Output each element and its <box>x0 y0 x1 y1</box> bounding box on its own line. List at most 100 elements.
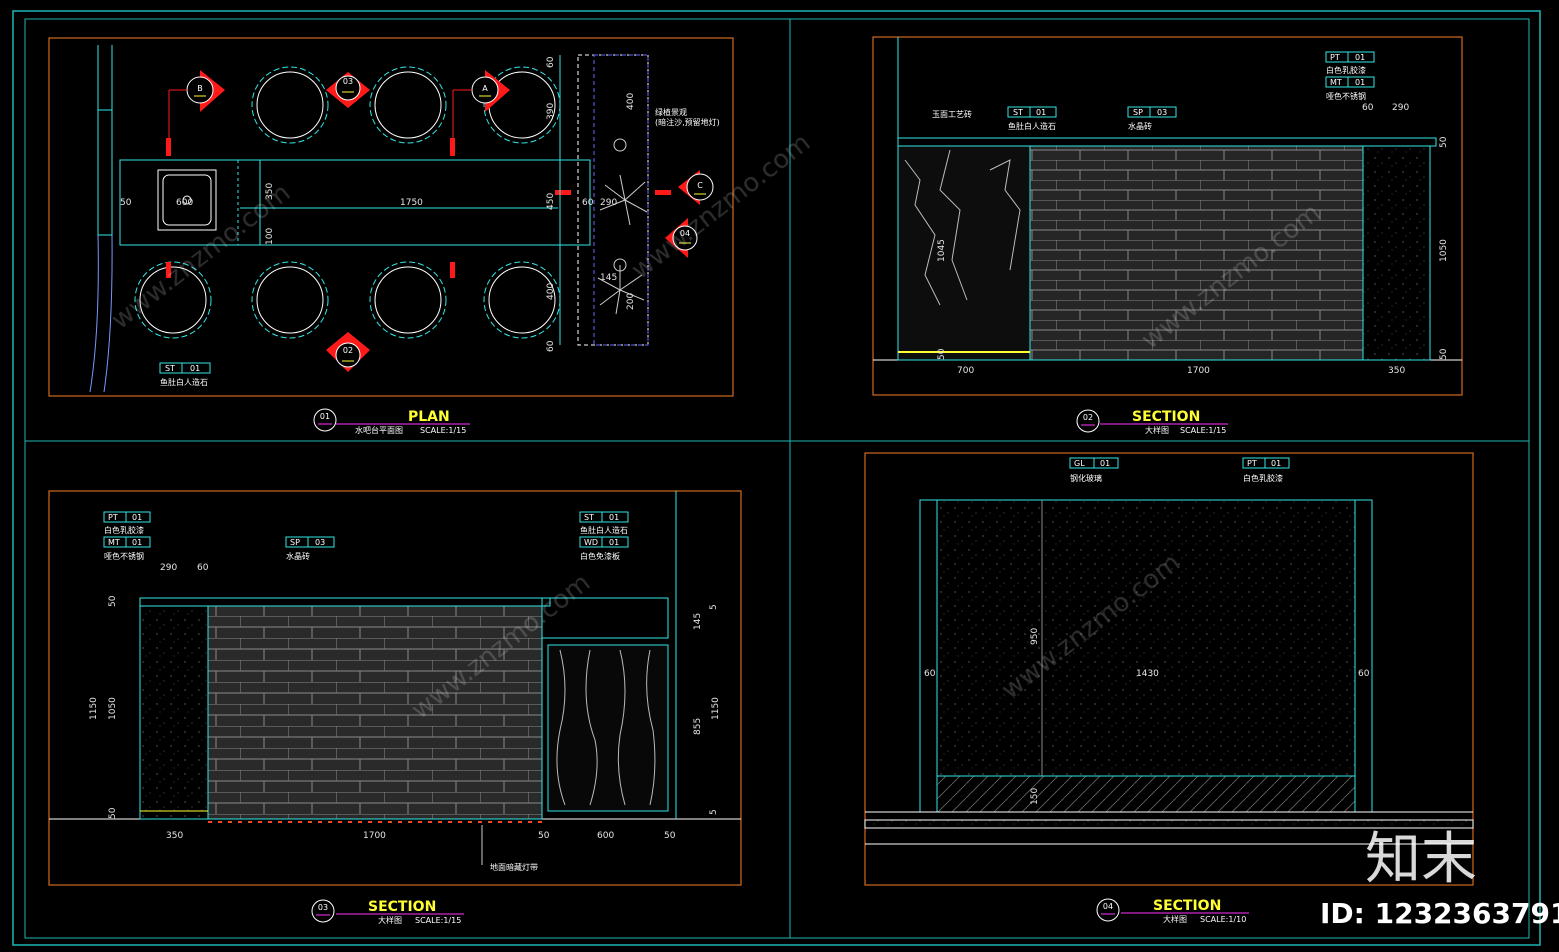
svg-text:01: 01 <box>609 538 619 547</box>
svg-text:鱼肚白人造石: 鱼肚白人造石 <box>160 377 208 387</box>
image-id: ID: 1232363791 <box>1320 897 1559 930</box>
svg-text:钢化玻璃: 钢化玻璃 <box>1070 473 1102 483</box>
svg-text:ST: ST <box>584 513 594 522</box>
dim-label: 1150 <box>89 697 99 720</box>
title-block-01: 01 PLAN 水吧台平面图 SCALE:1/15 <box>313 408 470 435</box>
svg-text:水晶砖: 水晶砖 <box>1128 121 1152 131</box>
planter-note: (暗注沙,预留地灯) <box>655 117 720 127</box>
stool <box>369 261 447 339</box>
dim-label: 1750 <box>400 198 423 208</box>
dim-label: 50 <box>1439 348 1449 360</box>
svg-text:MT: MT <box>1330 78 1342 87</box>
svg-text:SCALE:1/15: SCALE:1/15 <box>420 426 466 435</box>
svg-text:大样图: 大样图 <box>1163 914 1187 924</box>
material-tag: PT 01 白色乳胶漆 MT 01 哑色不锈钢 <box>1325 51 1375 101</box>
svg-text:04: 04 <box>1103 902 1113 911</box>
svg-text:01: 01 <box>1271 459 1281 468</box>
svg-text:01: 01 <box>132 513 142 522</box>
svg-text:01: 01 <box>132 538 142 547</box>
drawing-title: PLAN <box>408 409 450 425</box>
svg-text:白色乳胶漆: 白色乳胶漆 <box>1326 65 1366 75</box>
svg-text:水晶砖: 水晶砖 <box>286 551 310 561</box>
plant-symbol <box>597 138 648 315</box>
drawing-title: SECTION <box>1153 898 1221 914</box>
svg-text:www.znzmo.com: www.znzmo.com <box>106 178 296 336</box>
svg-text:01: 01 <box>1036 108 1046 117</box>
svg-text:PT: PT <box>108 513 118 522</box>
planter-note: 绿植景观 <box>655 107 687 117</box>
dim-label: 350 <box>166 831 183 841</box>
svg-text:03: 03 <box>315 538 325 547</box>
drawing-title: SECTION <box>1132 409 1200 425</box>
dim-label: 60 <box>1358 669 1370 679</box>
dim-label: 700 <box>957 366 974 376</box>
dim-label: 290 <box>600 198 617 208</box>
svg-text:大样图: 大样图 <box>1145 425 1169 435</box>
dim-label: 145 <box>693 613 703 630</box>
dim-label: 290 <box>1392 103 1409 113</box>
section-04-panel <box>864 452 1474 886</box>
plan-panel <box>48 37 734 397</box>
dim-label: 1430 <box>1136 669 1159 679</box>
title-block-03: 03 SECTION 大样图 SCALE:1/15 <box>311 899 464 925</box>
svg-text:03: 03 <box>1157 108 1167 117</box>
dim-label: 50 <box>108 807 118 819</box>
svg-text:01: 01 <box>320 412 330 421</box>
section-03-panel <box>48 490 742 886</box>
svg-text:03: 03 <box>318 903 328 912</box>
svg-text:SP: SP <box>290 538 300 547</box>
dim-label: 1045 <box>937 239 947 262</box>
svg-text:白色乳胶漆: 白色乳胶漆 <box>1243 473 1283 483</box>
svg-text:SP: SP <box>1133 108 1143 117</box>
marker-number: 03 <box>343 77 353 86</box>
dim-label: 100 <box>265 228 275 245</box>
dim-label: 60 <box>546 56 556 68</box>
svg-text:01: 01 <box>1100 459 1110 468</box>
dim-label: 400 <box>546 283 556 300</box>
svg-text:GL: GL <box>1074 459 1085 468</box>
callout-letter: B <box>197 84 203 93</box>
dim-label: 450 <box>546 193 556 210</box>
stool <box>251 66 329 144</box>
material-tag: ST 01 鱼肚白人造石 <box>159 362 211 387</box>
material-tag: PT 01 白色乳胶漆 MT 01 哑色不锈钢 <box>103 511 151 561</box>
drawing-title: SECTION <box>368 899 436 915</box>
svg-text:PT: PT <box>1330 53 1340 62</box>
svg-text:WD: WD <box>584 538 598 547</box>
dim-label: 1700 <box>1187 366 1210 376</box>
material-tag: GL 01 钢化玻璃 <box>1069 457 1119 483</box>
svg-text:SCALE:1/15: SCALE:1/15 <box>415 916 461 925</box>
dim-label: 600 <box>176 198 193 208</box>
dim-label: 1700 <box>363 831 386 841</box>
dim-label: 60 <box>582 198 594 208</box>
material-tag: ST 01 鱼肚白人造石 <box>1007 106 1057 131</box>
callout-a[interactable]: A <box>452 70 510 138</box>
svg-text:02: 02 <box>1083 413 1093 422</box>
material-tag: ST 01 鱼肚白人造石 WD 01 白色免漆板 <box>579 511 629 561</box>
elevation-marker-02[interactable]: 02 <box>326 332 370 372</box>
dim-label: 1050 <box>1439 239 1449 262</box>
material-note: 地面暗藏灯带 <box>490 862 538 872</box>
dim-label: 50 <box>1439 136 1449 148</box>
callout-letter: C <box>697 181 703 190</box>
svg-text:鱼肚白人造石: 鱼肚白人造石 <box>580 525 628 535</box>
callout-b[interactable]: B <box>168 70 225 138</box>
material-tag: PT 01 白色乳胶漆 <box>1242 457 1290 483</box>
elevation-marker-03[interactable]: 03 <box>326 72 370 108</box>
stool <box>369 66 447 144</box>
dim-label: 950 <box>1030 628 1040 645</box>
svg-text:ST: ST <box>165 364 175 373</box>
dim-label: 390 <box>546 103 556 120</box>
dim-label: 600 <box>597 831 614 841</box>
svg-text:MT: MT <box>108 538 120 547</box>
dim-label: 400 <box>626 93 636 110</box>
svg-text:水吧台平面图: 水吧台平面图 <box>355 425 403 435</box>
dim-label: 200 <box>626 293 636 310</box>
dim-label: 50 <box>120 198 132 208</box>
dim-label: 1050 <box>108 697 118 720</box>
svg-text:哑色不锈钢: 哑色不锈钢 <box>104 551 144 561</box>
dim-label: 50 <box>108 595 118 607</box>
svg-text:01: 01 <box>1355 78 1365 87</box>
dim-label: 60 <box>197 563 209 573</box>
dim-label: 150 <box>1030 788 1040 805</box>
